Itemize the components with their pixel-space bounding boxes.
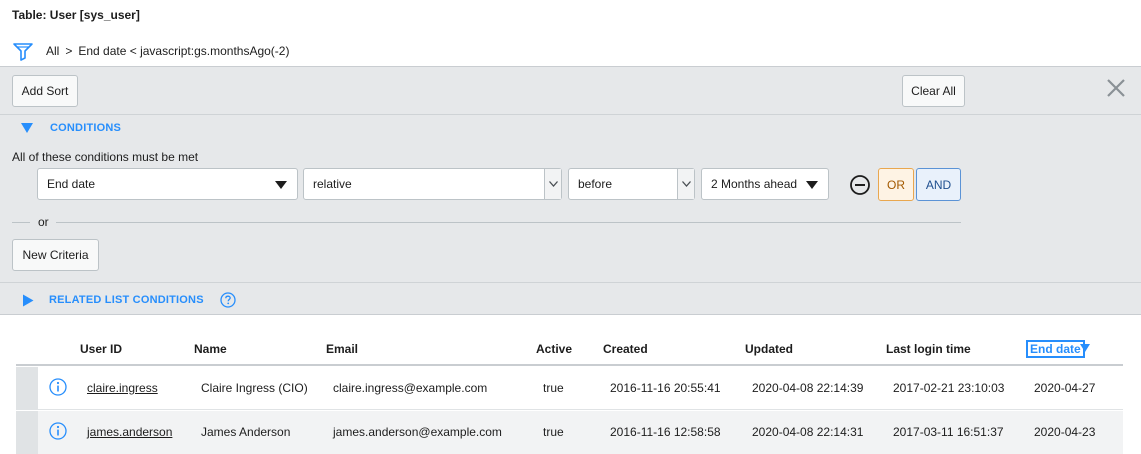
value-select[interactable]: 2 Months ahead bbox=[701, 168, 829, 200]
table-row: james.anderson James Anderson james.ande… bbox=[16, 411, 1123, 454]
or-divider-label: or bbox=[38, 215, 49, 229]
value-select-value: 2 Months ahead bbox=[711, 177, 798, 191]
expand-triangle-icon bbox=[23, 294, 34, 306]
cell-email: claire.ingress@example.com bbox=[333, 381, 488, 395]
related-conditions-toggle[interactable]: RELATED LIST CONDITIONS bbox=[22, 292, 236, 308]
field-select[interactable]: End date bbox=[37, 168, 298, 200]
info-icon[interactable] bbox=[49, 422, 67, 440]
cell-end-date: 2020-04-27 bbox=[1034, 381, 1096, 395]
help-icon[interactable] bbox=[220, 292, 236, 308]
field-select-value: End date bbox=[47, 177, 96, 191]
table-header: User ID Name Email Active Created Update… bbox=[16, 333, 1123, 366]
conditions-met-text: All of these conditions must be met bbox=[12, 150, 199, 164]
chevron-down-icon bbox=[806, 181, 818, 189]
cell-created: 2016-11-16 12:58:58 bbox=[610, 425, 721, 439]
cell-end-date: 2020-04-23 bbox=[1034, 425, 1096, 439]
add-sort-button[interactable]: Add Sort bbox=[12, 75, 78, 107]
related-conditions-heading: RELATED LIST CONDITIONS bbox=[49, 294, 204, 306]
column-header-name[interactable]: Name bbox=[194, 342, 227, 356]
row-gutter bbox=[16, 367, 38, 409]
filter-icon[interactable] bbox=[12, 40, 34, 62]
cell-active: true bbox=[543, 381, 564, 395]
new-criteria-button[interactable]: New Criteria bbox=[12, 239, 99, 271]
cell-email: james.anderson@example.com bbox=[333, 425, 502, 439]
sort-desc-icon[interactable] bbox=[1080, 344, 1090, 352]
column-header-email[interactable]: Email bbox=[326, 342, 358, 356]
user-id-link[interactable]: james.anderson bbox=[87, 425, 172, 439]
divider bbox=[0, 114, 1141, 115]
column-header-active[interactable]: Active bbox=[536, 342, 572, 356]
column-header-last-login[interactable]: Last login time bbox=[886, 342, 971, 356]
remove-condition-icon[interactable] bbox=[849, 174, 871, 196]
direction-select[interactable]: before bbox=[568, 168, 695, 200]
row-gutter bbox=[16, 411, 38, 454]
divider-line bbox=[12, 222, 30, 223]
conditions-heading: CONDITIONS bbox=[50, 122, 122, 134]
column-header-end-date[interactable]: End date bbox=[1026, 340, 1085, 358]
or-button[interactable]: OR bbox=[878, 168, 914, 201]
cell-last-login: 2017-02-21 23:10:03 bbox=[893, 381, 1005, 395]
user-id-link[interactable]: claire.ingress bbox=[87, 381, 158, 395]
conditions-toggle[interactable]: CONDITIONS bbox=[20, 122, 121, 134]
cell-updated: 2020-04-08 22:14:39 bbox=[752, 381, 864, 395]
cell-created: 2016-11-16 20:55:41 bbox=[610, 381, 721, 395]
clear-all-button[interactable]: Clear All bbox=[902, 75, 965, 107]
column-header-created[interactable]: Created bbox=[603, 342, 648, 356]
cell-name: James Anderson bbox=[201, 425, 291, 439]
column-header-updated[interactable]: Updated bbox=[745, 342, 793, 356]
breadcrumb-separator: > bbox=[65, 44, 73, 58]
filter-panel: Add Sort Clear All CONDITIONS All of the… bbox=[0, 66, 1141, 315]
close-icon[interactable] bbox=[1105, 77, 1127, 99]
breadcrumb-root[interactable]: All bbox=[46, 44, 59, 58]
direction-select-value: before bbox=[578, 177, 613, 191]
chevron-down-icon bbox=[275, 181, 287, 189]
chevron-down-icon bbox=[544, 169, 561, 199]
breadcrumb: All > End date < javascript:gs.monthsAgo… bbox=[12, 40, 289, 62]
divider bbox=[0, 282, 1141, 283]
chevron-down-icon bbox=[677, 169, 694, 199]
info-icon[interactable] bbox=[49, 378, 67, 396]
operator-select[interactable]: relative bbox=[303, 168, 562, 200]
table-row: claire.ingress Claire Ingress (CIO) clai… bbox=[16, 367, 1123, 410]
cell-last-login: 2017-03-11 16:51:37 bbox=[893, 425, 1004, 439]
column-header-user-id[interactable]: User ID bbox=[80, 342, 122, 356]
operator-select-value: relative bbox=[313, 177, 352, 191]
divider-line bbox=[56, 222, 961, 223]
collapse-triangle-icon bbox=[21, 123, 33, 133]
page-title: Table: User [sys_user] bbox=[12, 8, 140, 22]
and-button[interactable]: AND bbox=[916, 168, 961, 201]
or-divider: or bbox=[12, 215, 961, 229]
cell-updated: 2020-04-08 22:14:31 bbox=[752, 425, 864, 439]
breadcrumb-condition[interactable]: End date < javascript:gs.monthsAgo(-2) bbox=[78, 44, 289, 58]
cell-name: Claire Ingress (CIO) bbox=[201, 381, 308, 395]
cell-active: true bbox=[543, 425, 564, 439]
